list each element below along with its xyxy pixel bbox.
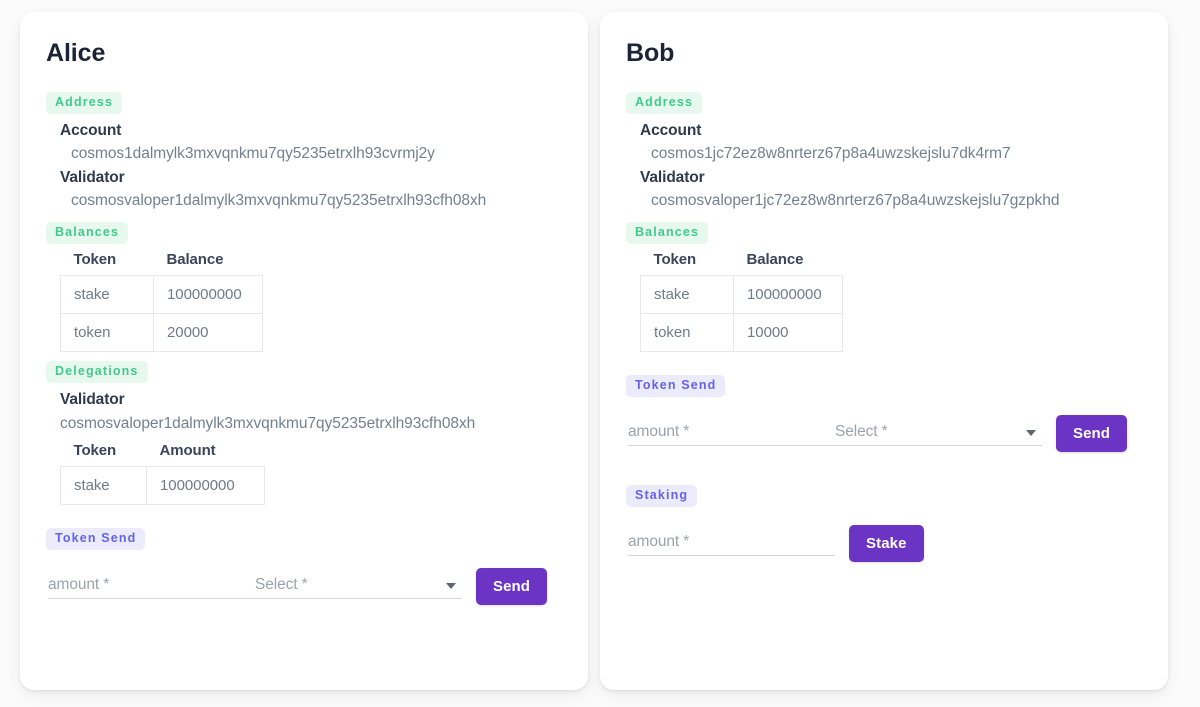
account-label: Account [640,121,702,139]
token-select-wrap[interactable] [835,416,1042,447]
cell-balance: 100000000 [733,274,843,314]
column-header-token: Token [73,250,117,268]
account-address-value: cosmos1jc72ez8w8nrterz67p8a4uwzskejslu7d… [651,145,1011,163]
delegation-validator-group: Validator cosmosvaloper1dalmylk3mxvqnkmu… [46,388,562,435]
staking-form: Stake [626,525,1142,563]
section-address: Address Account cosmos1jc72ez8w8nrterz67… [626,91,1142,213]
chevron-down-icon[interactable] [1026,430,1036,437]
column-header-balance: Balance [746,250,804,268]
section-balances: Balances Token Balance stake 100000000 t… [626,221,1142,352]
chevron-down-icon[interactable] [446,583,456,590]
section-staking: Staking Stake [626,485,1142,563]
account-address-value: cosmos1dalmylk3mxvqnkmu7qy5235etrxlh93cv… [71,145,435,163]
cell-balance: 10000 [733,312,843,352]
token-select-wrap[interactable] [255,569,462,600]
cell-balance: 20000 [153,312,263,352]
validator-label: Validator [60,168,125,186]
section-badge-staking: Staking [626,485,698,508]
section-token-send: Token Send Send [626,374,1142,453]
address-group: Account cosmos1jc72ez8w8nrterz67p8a4uwzs… [626,119,1142,213]
validator-address-value: cosmosvaloper1jc72ez8w8nrterz67p8a4uwzsk… [651,192,1060,210]
column-header-amount: Amount [159,442,216,460]
column-header-balance: Balance [166,250,224,268]
section-balances: Balances Token Balance stake 100000000 t… [46,221,562,352]
table-header-row: Token Balance [61,247,263,276]
send-button[interactable]: Send [1056,415,1128,453]
section-address: Address Account cosmos1dalmylk3mxvqnkmu7… [46,91,562,213]
token-send-form: Send [626,415,1142,453]
section-badge-delegations: Delegations [46,360,148,384]
section-token-send: Token Send Send [46,528,562,606]
column-header-token: Token [73,442,117,460]
table-header-row: Token Amount [61,438,265,467]
section-badge-token-send: Token Send [46,528,146,551]
table-row: stake 100000000 [60,274,263,314]
section-delegations: Delegations Validator cosmosvaloper1dalm… [46,360,562,506]
table-row: token 10000 [640,312,843,352]
cell-token: stake [60,274,154,314]
section-badge-token-send: Token Send [626,374,726,398]
delegation-validator-value: cosmosvaloper1dalmylk3mxvqnkmu7qy5235etr… [60,414,476,432]
column-header-token: Token [653,250,697,268]
balances-table-wrap: Token Balance stake 100000000 token 1000… [626,247,1142,352]
amount-input[interactable] [48,576,255,595]
account-card-bob: Bob Address Account cosmos1jc72ez8w8nrte… [600,12,1168,690]
token-send-form: Send [46,568,562,606]
table-header-row: Token Balance [641,247,843,276]
page-title: Alice [46,39,106,67]
accounts-board: Alice Address Account cosmos1dalmylk3mxv… [0,0,1200,707]
section-badge-address: Address [626,91,703,114]
token-select-input[interactable] [835,423,1042,442]
table-row: stake 100000000 [640,274,843,314]
cell-token: stake [640,274,734,314]
stake-button[interactable]: Stake [849,525,924,563]
token-select-input[interactable] [255,576,462,595]
section-badge-address: Address [46,91,123,114]
delegations-table: Token Amount stake 100000000 [60,438,265,506]
table-row: stake 100000000 [60,466,265,506]
amount-field-wrap[interactable] [628,416,835,447]
send-button[interactable]: Send [476,568,548,606]
cell-balance: 100000000 [153,274,263,314]
cell-token: token [60,312,154,352]
amount-input[interactable] [628,423,835,442]
account-label: Account [60,121,122,139]
delegation-validator-label: Validator [60,391,125,409]
cell-token: stake [60,466,147,506]
delegations-table-wrap: Token Amount stake 100000000 [46,438,562,506]
cell-amount: 100000000 [146,466,265,506]
account-card-alice: Alice Address Account cosmos1dalmylk3mxv… [20,12,588,690]
table-row: token 20000 [60,312,263,352]
section-badge-balances: Balances [46,221,129,244]
validator-label: Validator [640,168,705,186]
section-badge-balances: Balances [626,221,709,244]
address-group: Account cosmos1dalmylk3mxvqnkmu7qy5235et… [46,119,562,213]
cell-token: token [640,312,734,352]
page-title: Bob [626,39,675,67]
stake-amount-input[interactable] [628,533,835,552]
balances-table-wrap: Token Balance stake 100000000 token 2000… [46,247,562,352]
balances-table: Token Balance stake 100000000 token 1000… [640,247,843,352]
amount-field-wrap[interactable] [48,569,255,600]
balances-table: Token Balance stake 100000000 token 2000… [60,247,263,352]
validator-address-value: cosmosvaloper1dalmylk3mxvqnkmu7qy5235etr… [71,192,487,210]
stake-amount-field-wrap[interactable] [628,526,835,557]
